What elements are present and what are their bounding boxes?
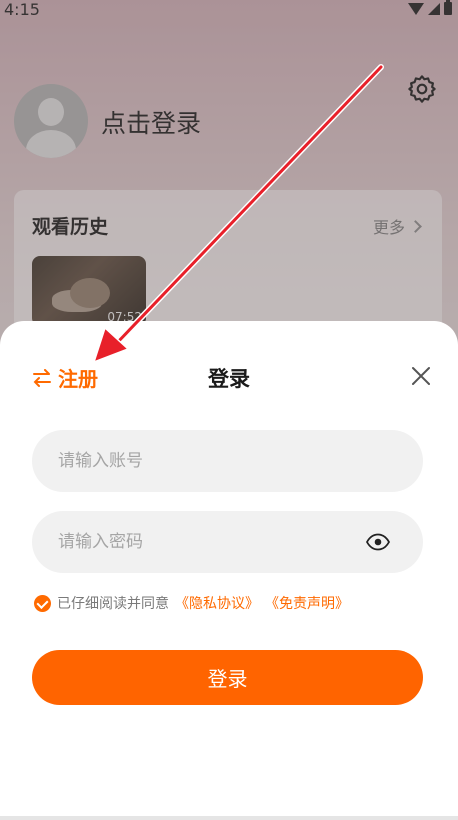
bottom-edge	[0, 816, 458, 820]
eye-icon[interactable]	[366, 533, 390, 551]
login-sheet: 注册 登录 已仔细阅读并同意 《隐私协议》 《免责声明》 登录	[0, 321, 458, 820]
agreement-text: 已仔细阅读并同意	[57, 596, 169, 612]
privacy-policy-link[interactable]: 《隐私协议》	[175, 593, 259, 613]
disclaimer-link[interactable]: 《免责声明》	[265, 593, 349, 613]
account-input[interactable]	[32, 430, 423, 492]
password-input[interactable]	[32, 511, 423, 573]
close-icon[interactable]	[410, 365, 432, 387]
login-button[interactable]: 登录	[32, 650, 423, 705]
agreement-checkbox-icon[interactable]	[34, 594, 51, 612]
agreement-row: 已仔细阅读并同意 《隐私协议》 《免责声明》	[34, 593, 349, 613]
sheet-title: 登录	[208, 367, 250, 391]
